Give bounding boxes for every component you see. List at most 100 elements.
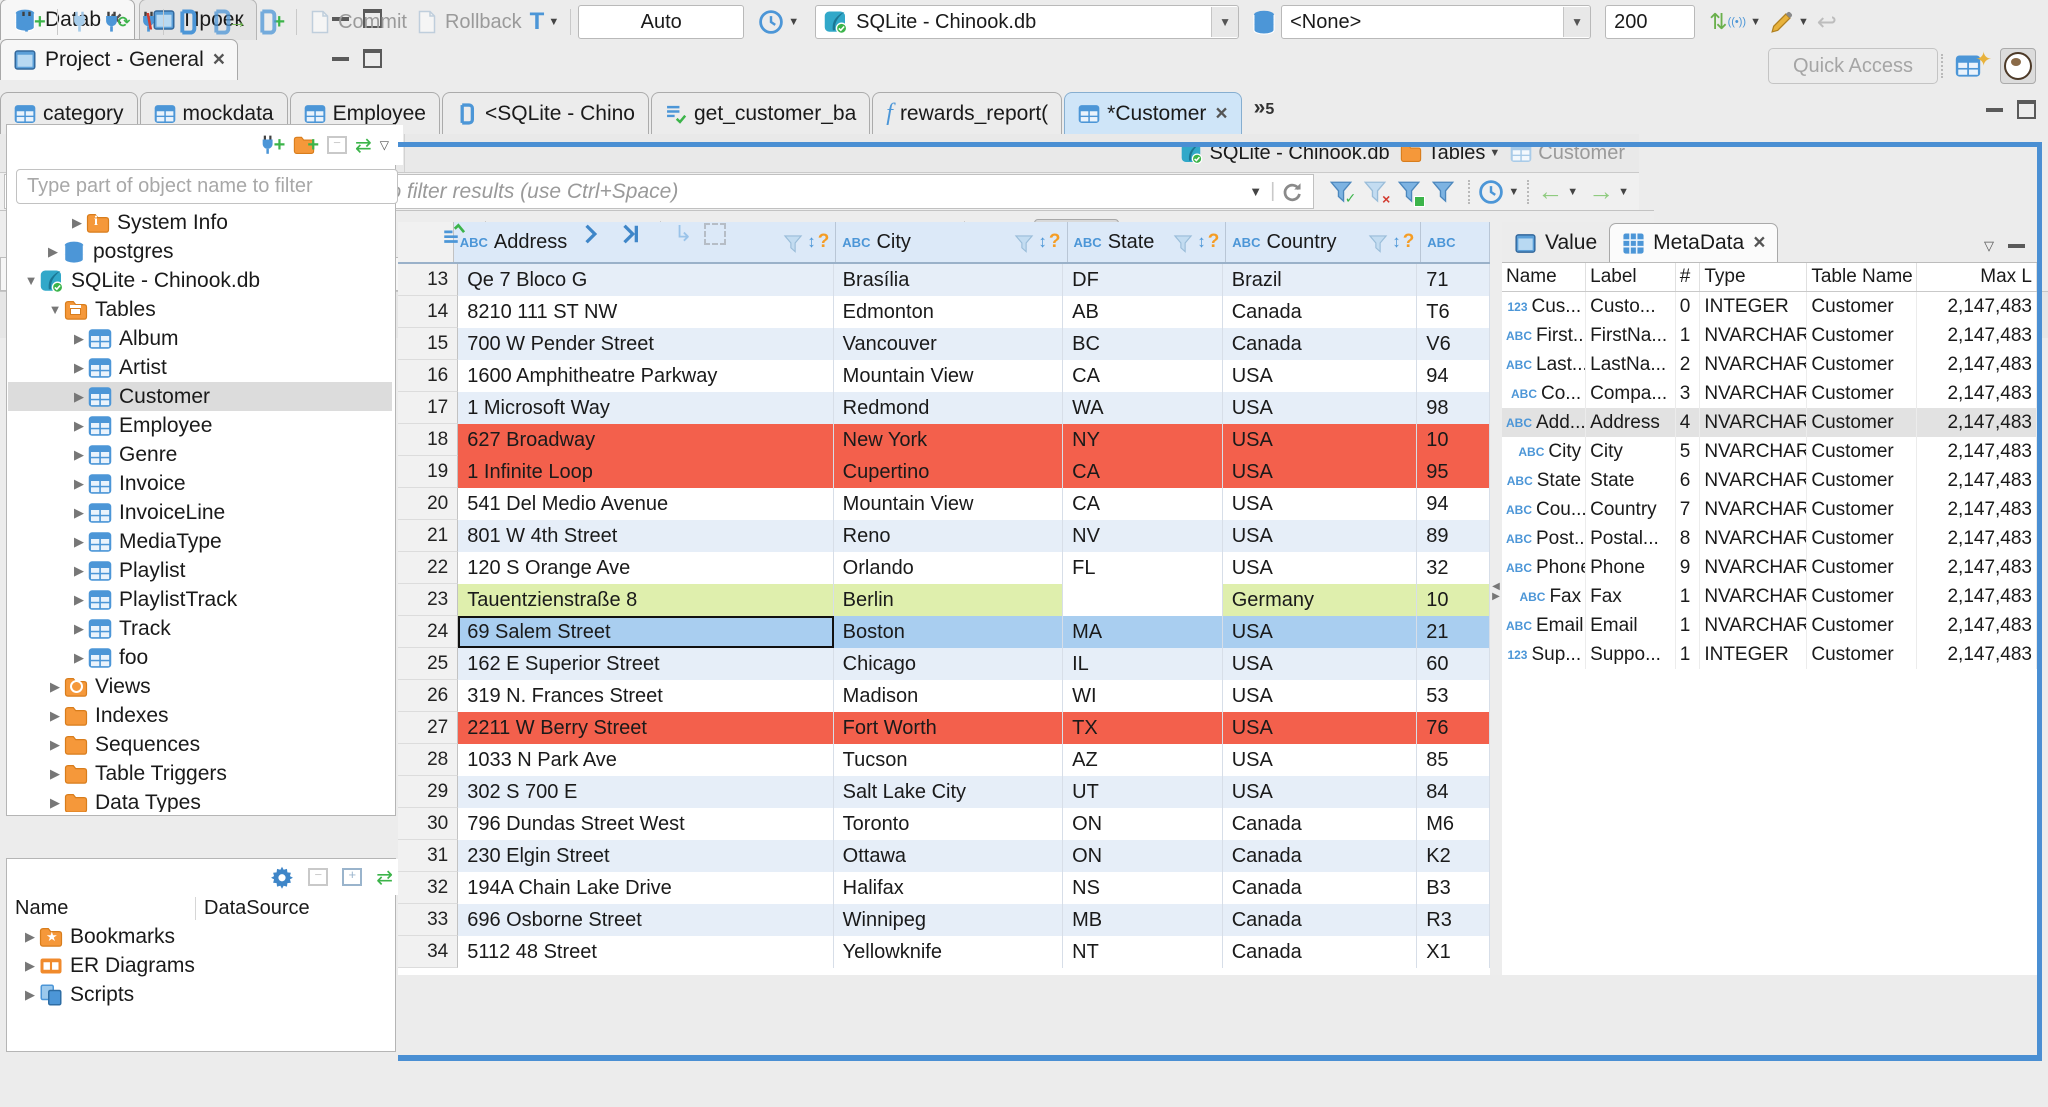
cell-address[interactable]: 302 S 700 E [458, 776, 834, 808]
cell-city[interactable]: Toronto [833, 808, 1064, 840]
cell-state[interactable]: NT [1063, 936, 1223, 968]
cell-city[interactable]: Cupertino [833, 456, 1064, 488]
tab-project-general[interactable]: Project - General × [0, 39, 238, 80]
tree-expander-icon[interactable]: ▶ [46, 737, 64, 753]
metadata-column-type[interactable]: Type [1700, 263, 1808, 291]
cell-state[interactable]: WA [1063, 392, 1223, 424]
tree-expander-icon[interactable]: ▼ [22, 273, 40, 288]
metadata-column-name[interactable]: Name [1502, 263, 1587, 291]
cell-state[interactable]: DF [1063, 264, 1223, 296]
column-header-postal[interactable]: ABC [1421, 222, 1491, 262]
cell-city[interactable]: Tucson [833, 744, 1064, 776]
link-editor-icon[interactable]: ⇄ [376, 865, 393, 890]
commit-button[interactable]: Commit [308, 10, 407, 34]
goto-row-icon[interactable]: ↳ [674, 221, 692, 247]
row-number[interactable]: 24 [398, 616, 459, 648]
tree-expander-icon[interactable]: ▶ [70, 476, 88, 492]
cell-city[interactable]: Brasília [833, 264, 1064, 296]
reconnect-button[interactable]: ⟳ [101, 10, 130, 34]
save-filter-icon[interactable] [1397, 180, 1426, 207]
cell-state[interactable]: AB [1063, 296, 1223, 328]
auto-refresh-icon[interactable]: ▼ [1478, 179, 1519, 205]
metadata-row-firstna-[interactable]: ABC First... FirstNa... 1 NVARCHAR Customer 2,… [1502, 321, 2037, 350]
cell-address[interactable]: 8210 111 ST NW [458, 296, 834, 328]
cell-postal[interactable]: 60 [1417, 648, 1490, 680]
cell-country[interactable]: USA [1222, 552, 1418, 584]
metadata-row-city[interactable]: ABC City City 5 NVARCHAR Customer 2,147,483 [1502, 437, 2037, 466]
tree-item-indexes[interactable]: ▶ Indexes [8, 701, 392, 730]
cell-address[interactable]: 796 Dundas Street West [458, 808, 834, 840]
new-connection-button[interactable]: + [16, 10, 46, 34]
column-sort-icon[interactable]: ↕ [807, 232, 816, 252]
metadata-column-max-l[interactable]: Max L [1917, 263, 2037, 291]
cell-postal[interactable]: 84 [1417, 776, 1490, 808]
cell-state[interactable]: IL [1063, 648, 1223, 680]
tree-expander-icon[interactable]: ▶ [70, 592, 88, 608]
cell-country[interactable]: Germany [1222, 584, 1418, 616]
cell-postal[interactable]: T6 [1417, 296, 1490, 328]
cell-country[interactable]: USA [1222, 392, 1418, 424]
row-number[interactable]: 27 [398, 712, 459, 744]
tree-item-customer[interactable]: ▶ Customer [8, 382, 392, 411]
column-header-address[interactable]: ABC Address ↕? [454, 222, 837, 262]
tree-expander-icon[interactable]: ▶ [46, 708, 64, 724]
panel-sash[interactable]: ◀ ▶ [1490, 222, 1502, 975]
rollback-button[interactable]: Rollback [415, 10, 522, 34]
row-number[interactable]: 26 [398, 680, 459, 712]
row-number[interactable]: 16 [398, 360, 459, 392]
cell-postal[interactable]: 94 [1417, 360, 1490, 392]
tree-item-artist[interactable]: ▶ Artist [8, 353, 392, 382]
close-icon[interactable]: × [1215, 102, 1227, 126]
cell-postal[interactable]: 76 [1417, 712, 1490, 744]
cell-address[interactable]: 541 Del Medio Avenue [458, 488, 834, 520]
cell-postal[interactable]: 98 [1417, 392, 1490, 424]
row-number[interactable]: 33 [398, 904, 459, 936]
tree-item-sequences[interactable]: ▶ Sequences [8, 730, 392, 759]
cell-postal[interactable]: K2 [1417, 840, 1490, 872]
new-sql-editor-button[interactable] [175, 9, 201, 35]
column-help-icon[interactable]: ? [1049, 231, 1061, 253]
cell-address[interactable]: 627 Broadway [458, 424, 834, 456]
metadata-row-postal-[interactable]: ABC Post... Postal... 8 NVARCHAR Customer 2,14… [1502, 524, 2037, 553]
tree-item-track[interactable]: ▶ Track [8, 614, 392, 643]
cell-city[interactable]: Ottawa [833, 840, 1064, 872]
new-connection-icon[interactable]: + [258, 134, 285, 157]
editor-tab--customer[interactable]: *Customer × [1064, 92, 1242, 134]
tree-expander-icon[interactable]: ▶ [70, 418, 88, 434]
close-icon[interactable]: × [1753, 231, 1765, 255]
cell-state[interactable]: NS [1063, 872, 1223, 904]
cell-address[interactable]: 1600 Amphitheatre Parkway [458, 360, 834, 392]
tree-expander-icon[interactable]: ▶ [70, 563, 88, 579]
new-sql-script-button[interactable]: + [255, 9, 285, 35]
tree-expander-icon[interactable]: ▶ [70, 534, 88, 550]
column-sort-icon[interactable]: ↕ [1197, 232, 1206, 252]
metadata-row-email[interactable]: ABC Email Email 1 NVARCHAR Customer 2,147,483 [1502, 611, 2037, 640]
disconnect-button[interactable]: \ [138, 9, 152, 35]
column-filter-icon[interactable] [1014, 232, 1034, 252]
tree-expander-icon[interactable]: ▶ [70, 360, 88, 376]
history-button[interactable]: ▼ [758, 9, 799, 35]
cell-address[interactable]: 194A Chain Lake Drive [458, 872, 834, 904]
row-number[interactable]: 15 [398, 328, 459, 360]
row-number[interactable]: 31 [398, 840, 459, 872]
cell-state[interactable]: CA [1063, 488, 1223, 520]
metadata-row-country[interactable]: ABC Cou... Country 7 NVARCHAR Customer 2,147,4… [1502, 495, 2037, 524]
cell-address[interactable]: 1 Microsoft Way [458, 392, 834, 424]
column-help-icon[interactable]: ? [1403, 231, 1415, 253]
cell-city[interactable]: Mountain View [833, 360, 1064, 392]
schema-combo[interactable]: <None> ▼ [1281, 5, 1592, 39]
row-number[interactable]: 17 [398, 392, 459, 424]
cell-country[interactable]: Brazil [1222, 264, 1418, 296]
filter-history-icon[interactable]: ▼ [1249, 184, 1262, 199]
cell-state[interactable]: BC [1063, 328, 1223, 360]
column-header-state[interactable]: ABC State ↕? [1068, 222, 1227, 262]
cell-postal[interactable]: 89 [1417, 520, 1490, 552]
cell-address[interactable]: 801 W 4th Street [458, 520, 834, 552]
cell-address[interactable]: 69 Salem Street [458, 616, 834, 648]
cell-country[interactable]: USA [1222, 616, 1418, 648]
cell-postal[interactable]: 85 [1417, 744, 1490, 776]
cell-state[interactable]: UT [1063, 776, 1223, 808]
cell-address[interactable]: 120 S Orange Ave [458, 552, 834, 584]
row-number[interactable]: 34 [398, 936, 459, 968]
tab-value[interactable]: Value [1502, 224, 1609, 262]
